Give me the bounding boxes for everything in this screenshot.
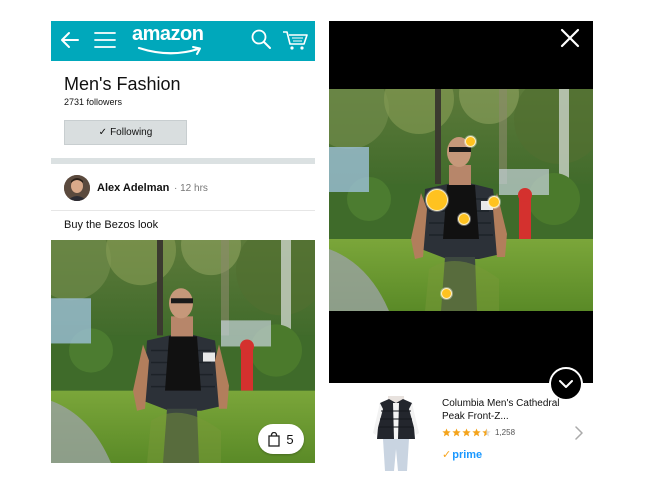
product-rating: 1,258 (442, 428, 515, 437)
product-hotspot[interactable] (458, 213, 470, 225)
shop-products-chip[interactable]: 5 (258, 424, 304, 454)
half-star-icon (482, 428, 491, 437)
chevron-right-icon[interactable] (574, 426, 584, 440)
checkmark-icon: ✓ (98, 127, 108, 138)
post-caption: Buy the Bezos look (64, 219, 159, 231)
product-hotspot[interactable] (426, 189, 448, 211)
avatar-image (64, 175, 90, 201)
logo-text: amazon (132, 23, 204, 45)
post-author[interactable]: Alex Adelman (97, 182, 169, 194)
collapse-button[interactable] (549, 367, 583, 401)
hamburger-menu-icon[interactable] (94, 30, 116, 50)
product-title[interactable]: Columbia Men's Cathedral Peak Front-Z... (442, 397, 572, 423)
photo-viewer (329, 21, 593, 383)
following-button[interactable]: ✓ Following (64, 120, 187, 145)
prime-badge: ✓ prime (442, 448, 483, 462)
bag-count: 5 (286, 431, 294, 447)
prime-check-icon: ✓ (442, 449, 452, 461)
viewer-photo-image (329, 89, 593, 311)
app-header: amazon (51, 21, 315, 61)
section-divider (51, 158, 315, 164)
close-icon[interactable] (559, 27, 581, 49)
chevron-down-icon (559, 380, 573, 388)
product-hotspot[interactable] (488, 196, 500, 208)
rating-count: 1,258 (495, 428, 516, 437)
viewer-photo (329, 89, 593, 311)
star-icon (452, 428, 461, 437)
star-icon (462, 428, 471, 437)
product-hotspot[interactable] (441, 288, 452, 299)
star-icon (442, 428, 451, 437)
shopping-bag-icon (268, 431, 281, 447)
post-divider (51, 210, 315, 211)
author-avatar[interactable] (64, 175, 90, 201)
store-title: Men's Fashion (64, 74, 181, 94)
star-icon (472, 428, 481, 437)
search-icon[interactable] (250, 28, 272, 50)
post-time: · 12 hrs (174, 183, 208, 194)
back-arrow-icon[interactable] (58, 28, 82, 52)
store-feed-screen: amazon Men's Fashion 2731 followers ✓ Fo (51, 21, 315, 463)
cart-icon[interactable] (282, 29, 308, 51)
amazon-logo[interactable]: amazon (132, 24, 208, 58)
rating-stars (442, 428, 491, 437)
logo-smile-icon (137, 46, 201, 55)
product-thumbnail[interactable] (371, 393, 421, 473)
product-viewer-screen: Columbia Men's Cathedral Peak Front-Z...… (329, 21, 593, 476)
following-label: Following (110, 127, 153, 138)
product-hotspot[interactable] (465, 136, 476, 147)
vest-product-image (373, 396, 419, 471)
prime-label: prime (452, 448, 483, 461)
screenshot-stage: amazon Men's Fashion 2731 followers ✓ Fo (0, 0, 650, 488)
followers-count: 2731 followers (64, 97, 123, 107)
